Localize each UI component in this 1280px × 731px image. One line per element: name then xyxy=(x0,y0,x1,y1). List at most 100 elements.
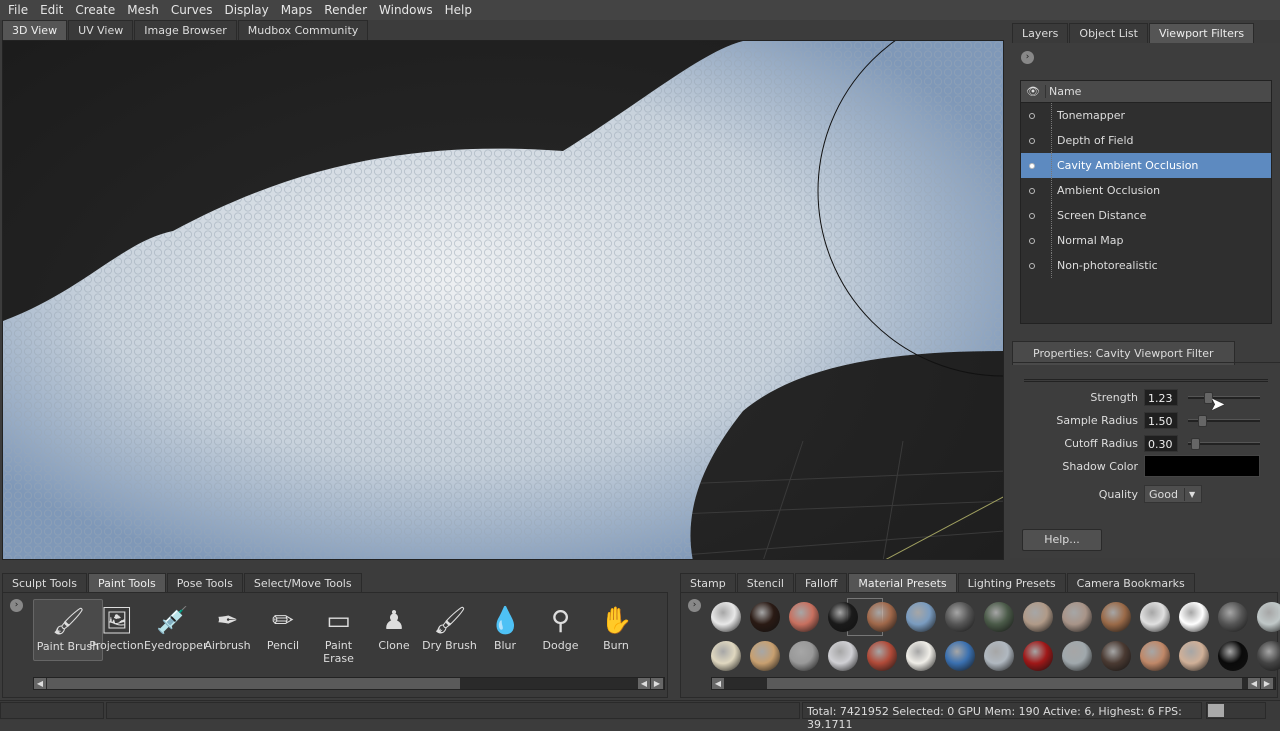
visibility-toggle[interactable] xyxy=(1029,187,1035,194)
material-preset[interactable] xyxy=(789,602,819,632)
material-preset[interactable] xyxy=(1101,602,1131,632)
visibility-toggle[interactable] xyxy=(1029,137,1035,144)
menu-render[interactable]: Render xyxy=(320,3,375,17)
help-button[interactable]: Help... xyxy=(1022,529,1102,551)
menu-mesh[interactable]: Mesh xyxy=(123,3,167,17)
material-preset[interactable] xyxy=(867,602,897,632)
quality-dropdown[interactable]: Good ▼ xyxy=(1144,485,1202,503)
material-preset[interactable] xyxy=(1101,641,1131,671)
tab-stencil[interactable]: Stencil xyxy=(736,573,794,593)
scrollbar-thumb[interactable] xyxy=(767,678,1242,689)
strength-input[interactable]: 1.23 xyxy=(1144,388,1178,406)
filter-item[interactable]: Depth of Field xyxy=(1021,128,1271,153)
filter-item[interactable]: Non-photorealistic xyxy=(1021,253,1271,278)
material-preset[interactable] xyxy=(1140,641,1170,671)
filter-item[interactable]: Screen Distance xyxy=(1021,203,1271,228)
menu-create[interactable]: Create xyxy=(71,3,123,17)
tool-projection[interactable]: 🖼 Projection xyxy=(89,599,145,661)
tool-dry-brush[interactable]: 🖌 Dry Brush xyxy=(422,599,478,661)
material-preset[interactable] xyxy=(984,602,1014,632)
material-preset[interactable] xyxy=(1140,602,1170,632)
material-preset[interactable] xyxy=(945,641,975,671)
menu-file[interactable]: File xyxy=(4,3,36,17)
menu-curves[interactable]: Curves xyxy=(167,3,221,17)
tool-burn[interactable]: ✋ Burn xyxy=(588,599,644,661)
tab-camera-bookmarks[interactable]: Camera Bookmarks xyxy=(1066,573,1195,593)
visibility-toggle[interactable] xyxy=(1029,262,1035,269)
menu-windows[interactable]: Windows xyxy=(375,3,441,17)
menu-help[interactable]: Help xyxy=(441,3,480,17)
scroll-left-icon[interactable]: ◀ xyxy=(638,678,650,689)
tool-clone[interactable]: ♟ Clone xyxy=(366,599,422,661)
material-preset[interactable] xyxy=(1062,641,1092,671)
tool-airbrush[interactable]: ✒ Airbrush xyxy=(200,599,256,661)
material-preset[interactable] xyxy=(1179,641,1209,671)
material-preset[interactable] xyxy=(1257,602,1280,632)
material-preset[interactable] xyxy=(1023,641,1053,671)
menu-edit[interactable]: Edit xyxy=(36,3,71,17)
visibility-toggle[interactable] xyxy=(1029,237,1035,244)
sample-radius-slider[interactable] xyxy=(1188,414,1260,427)
tab-uv-view[interactable]: UV View xyxy=(68,20,134,40)
tab-viewport-filters[interactable]: Viewport Filters xyxy=(1148,23,1255,43)
sample-radius-input[interactable]: 1.50 xyxy=(1144,411,1178,429)
tab-sculpt-tools[interactable]: Sculpt Tools xyxy=(2,573,87,593)
material-preset[interactable] xyxy=(1257,641,1280,671)
material-preset[interactable] xyxy=(828,641,858,671)
tab-falloff[interactable]: Falloff xyxy=(794,573,848,593)
tab-layers[interactable]: Layers xyxy=(1012,23,1069,43)
filter-item[interactable]: Tonemapper xyxy=(1021,103,1271,128)
tab-paint-tools[interactable]: Paint Tools xyxy=(87,573,166,593)
tab-material-presets[interactable]: Material Presets xyxy=(848,573,957,593)
3d-viewport[interactable] xyxy=(2,40,1004,560)
cutoff-radius-slider[interactable] xyxy=(1188,437,1260,450)
filter-item[interactable]: Ambient Occlusion xyxy=(1021,178,1271,203)
scroll-left-icon[interactable]: ◀ xyxy=(712,678,724,689)
name-column-header[interactable]: Name xyxy=(1045,85,1081,98)
visibility-toggle[interactable] xyxy=(1029,212,1035,219)
material-preset[interactable] xyxy=(1023,602,1053,632)
tool-paint-erase[interactable]: ▭ Paint Erase xyxy=(311,599,367,665)
tool-pencil[interactable]: ✏ Pencil xyxy=(255,599,311,661)
material-preset[interactable] xyxy=(828,602,858,632)
scroll-right-icon[interactable]: ▶ xyxy=(651,678,663,689)
filter-item[interactable]: Cavity Ambient Occlusion xyxy=(1021,153,1271,178)
material-preset[interactable] xyxy=(906,641,936,671)
material-preset[interactable] xyxy=(1062,602,1092,632)
scroll-left-icon[interactable]: ◀ xyxy=(1248,678,1260,689)
visibility-toggle[interactable] xyxy=(1029,112,1035,119)
tool-tray-scrollbar[interactable]: ◀ ◀ ▶ xyxy=(33,677,665,690)
material-preset[interactable] xyxy=(1218,602,1248,632)
material-preset[interactable] xyxy=(984,641,1014,671)
tab-pose-tools[interactable]: Pose Tools xyxy=(166,573,243,593)
menu-display[interactable]: Display xyxy=(220,3,276,17)
tab-stamp[interactable]: Stamp xyxy=(680,573,736,593)
tab-object-list[interactable]: Object List xyxy=(1069,23,1148,43)
tab-lighting-presets[interactable]: Lighting Presets xyxy=(957,573,1066,593)
scroll-right-icon[interactable]: ▶ xyxy=(1261,678,1273,689)
tool-dodge[interactable]: ⚲ Dodge xyxy=(533,599,589,661)
cutoff-radius-input[interactable]: 0.30 xyxy=(1144,434,1178,452)
expand-icon[interactable]: › xyxy=(688,599,701,612)
scrollbar-thumb[interactable] xyxy=(47,678,460,689)
expand-icon[interactable]: › xyxy=(1021,51,1034,64)
material-preset[interactable] xyxy=(945,602,975,632)
material-preset[interactable] xyxy=(711,602,741,632)
material-preset[interactable] xyxy=(1179,602,1209,632)
tab-image-browser[interactable]: Image Browser xyxy=(134,20,237,40)
expand-icon[interactable]: › xyxy=(10,599,23,612)
filter-item[interactable]: Normal Map xyxy=(1021,228,1271,253)
shadow-color-swatch[interactable] xyxy=(1144,455,1260,477)
material-preset[interactable] xyxy=(711,641,741,671)
material-preset[interactable] xyxy=(789,641,819,671)
tool-eyedropper[interactable]: 💉 Eyedropper xyxy=(144,599,207,661)
material-preset[interactable] xyxy=(1218,641,1248,671)
material-preset[interactable] xyxy=(750,602,780,632)
material-preset[interactable] xyxy=(867,641,897,671)
tool-blur[interactable]: 💧 Blur xyxy=(477,599,533,661)
visibility-toggle[interactable] xyxy=(1029,162,1035,169)
tab-mudbox-community[interactable]: Mudbox Community xyxy=(237,20,369,40)
material-preset[interactable] xyxy=(906,602,936,632)
visibility-eye-icon[interactable]: 👁 xyxy=(1021,85,1045,98)
material-preset[interactable] xyxy=(750,641,780,671)
